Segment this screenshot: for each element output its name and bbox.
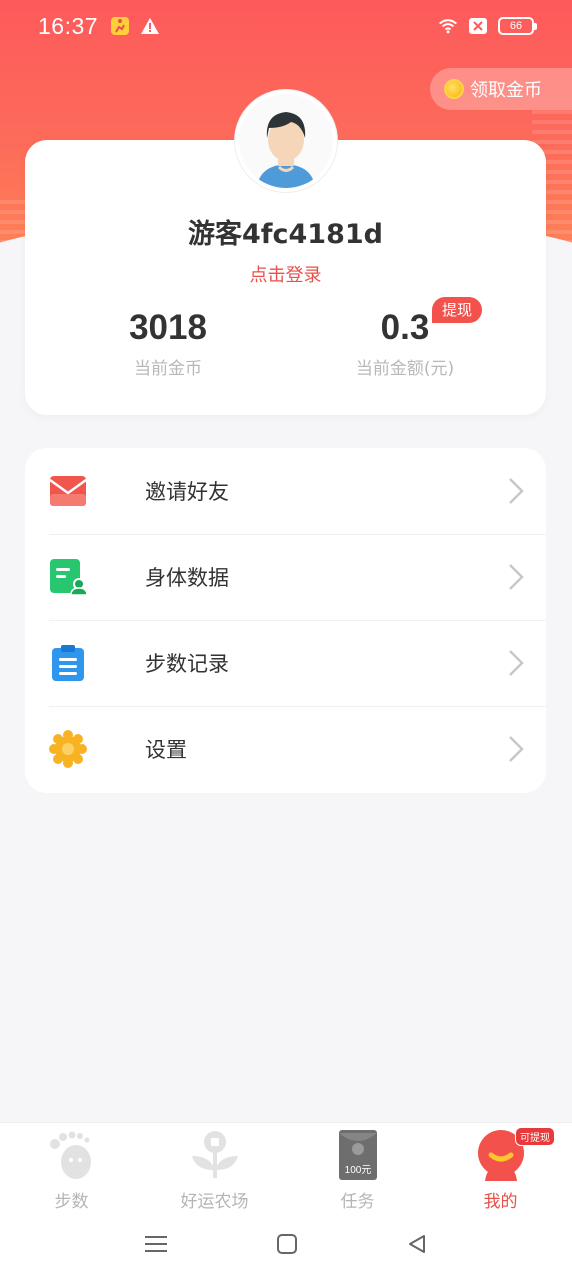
menu-item-settings[interactable]: 设置 [25, 706, 546, 792]
plant-icon [189, 1129, 241, 1181]
coins-stat[interactable]: 3018 当前金币 [68, 308, 268, 379]
chevron-right-icon [508, 563, 524, 595]
battery-icon: 66 [498, 17, 537, 35]
menu-item-step-records[interactable]: 步数记录 [25, 620, 546, 706]
nav-label: 我的 [483, 1192, 518, 1212]
chevron-right-icon [508, 649, 524, 681]
bottom-nav: 步数 好运农场 100元 任务 可提现 我的 [0, 1122, 572, 1212]
nav-tab-steps[interactable]: 步数 [0, 1123, 143, 1212]
task-envelope-text: 100元 [344, 1165, 371, 1176]
avatar[interactable] [235, 90, 337, 192]
nav-tab-tasks[interactable]: 100元 任务 [286, 1123, 429, 1212]
warning-icon [140, 16, 160, 36]
menu-item-label: 步数记录 [145, 652, 229, 676]
coin-icon [444, 79, 464, 99]
nav-tab-farm[interactable]: 好运农场 [143, 1123, 286, 1212]
menu-item-body-data[interactable]: 身体数据 [25, 534, 546, 620]
sim-off-icon [468, 16, 488, 36]
gear-icon [49, 730, 87, 768]
system-nav-bar [0, 1212, 572, 1280]
coins-value: 3018 [129, 308, 207, 347]
envelope-icon [49, 472, 87, 510]
menu-item-label: 邀请好友 [145, 480, 229, 504]
login-link[interactable]: 点击登录 [25, 261, 546, 287]
status-bar: 16:37 66 [0, 0, 572, 52]
footprint-icon [46, 1129, 98, 1181]
username: 游客4fc4181d [187, 219, 383, 250]
menu-item-label: 身体数据 [145, 566, 229, 590]
claim-coins-label: 领取金币 [470, 80, 542, 101]
menu-card: 邀请好友 身体数据 步数记录 设置 [25, 448, 546, 793]
nav-label: 步数 [54, 1192, 89, 1212]
coins-label: 当前金币 [134, 359, 202, 379]
money-label: 当前金额(元) [355, 359, 455, 379]
nav-label: 任务 [340, 1192, 375, 1212]
menu-item-label: 设置 [145, 738, 187, 762]
red-envelope-icon: 100元 [332, 1129, 384, 1181]
run-app-icon [110, 16, 130, 36]
status-time: 16:37 [38, 12, 99, 39]
chevron-right-icon [508, 477, 524, 509]
menu-item-invite-friends[interactable]: 邀请好友 [25, 448, 546, 534]
withdrawable-badge: 可提现 [515, 1127, 555, 1146]
back-icon[interactable] [407, 1234, 427, 1258]
clipboard-icon [49, 644, 87, 682]
withdraw-button[interactable]: 提现 [432, 297, 483, 323]
body-data-icon [49, 558, 87, 596]
claim-coins-button[interactable]: 领取金币 [430, 68, 572, 110]
menu-icon[interactable] [145, 1234, 167, 1258]
home-icon[interactable] [277, 1234, 297, 1258]
nav-tab-profile[interactable]: 可提现 我的 [429, 1123, 572, 1212]
chevron-right-icon [508, 735, 524, 767]
wifi-icon [438, 16, 458, 36]
nav-label: 好运农场 [180, 1192, 249, 1212]
